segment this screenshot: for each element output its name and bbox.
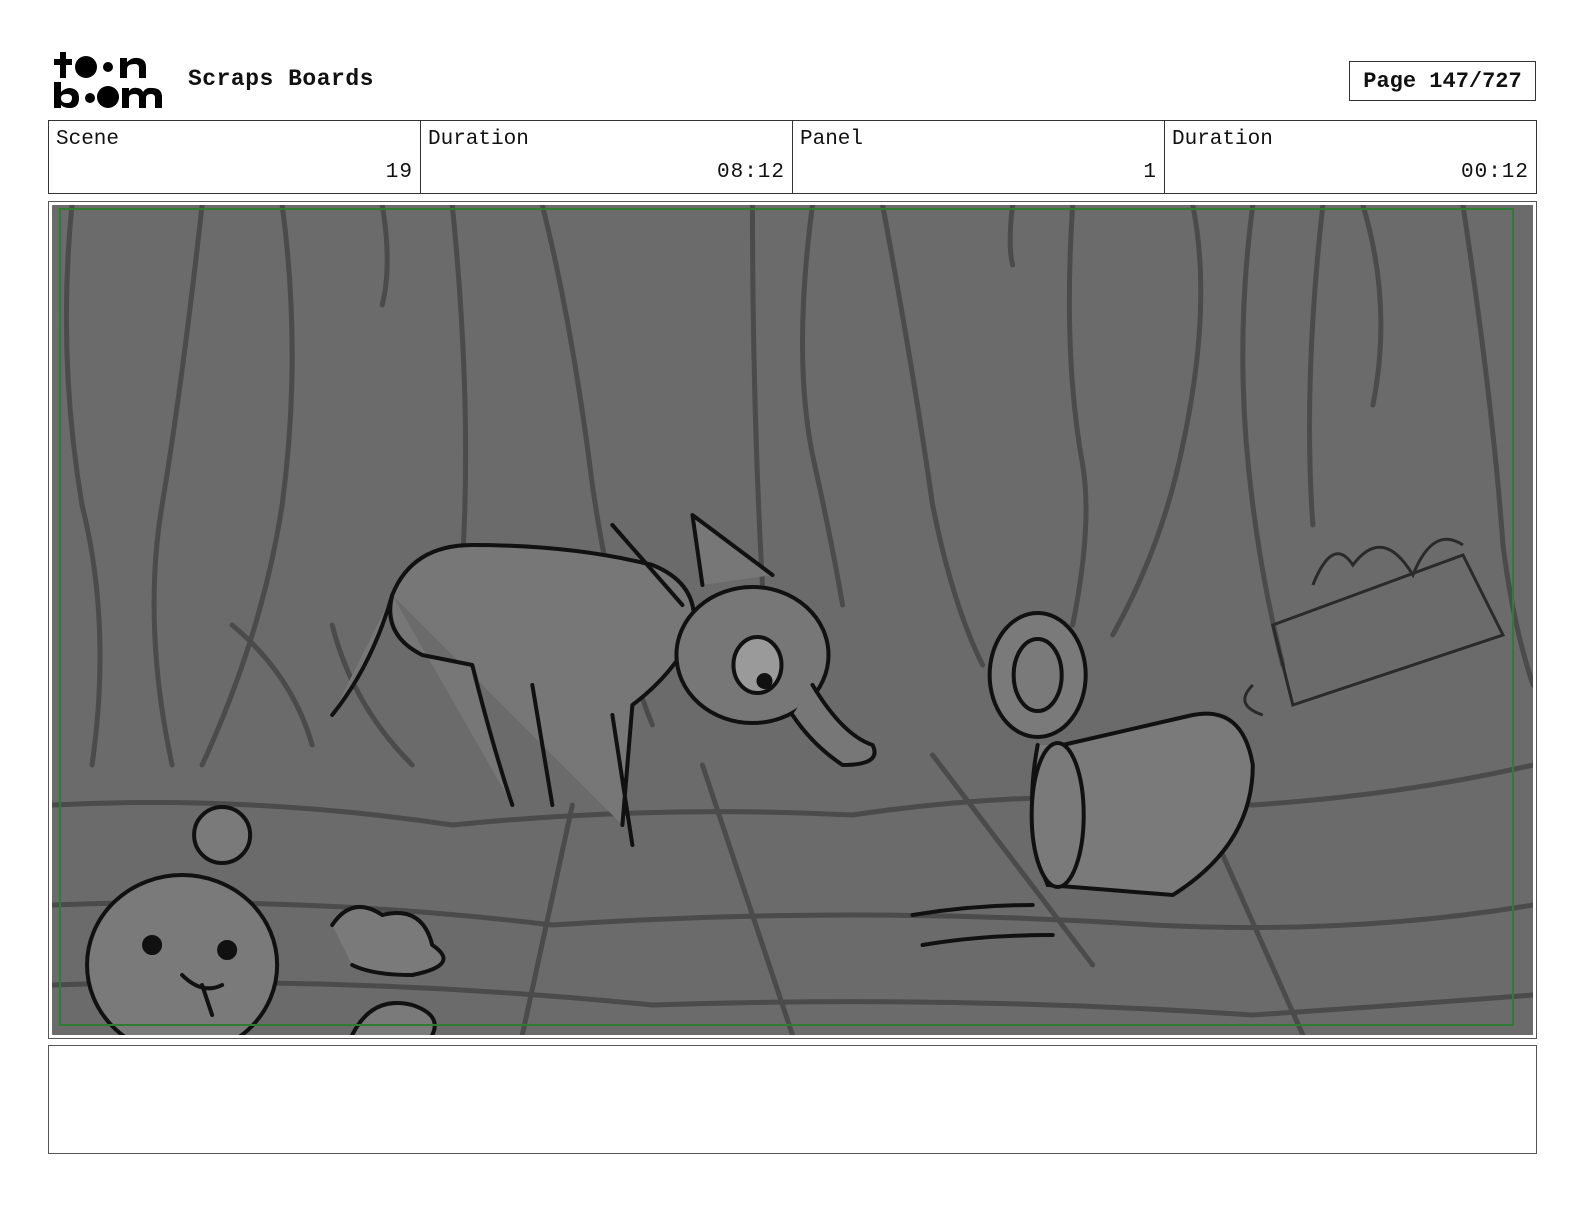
page-indicator: Page 147/727 — [1349, 61, 1536, 101]
scene-label: Scene — [56, 128, 120, 151]
panel-value: 1 — [1143, 161, 1157, 184]
scene-value: 19 — [385, 161, 413, 184]
storyboard-panel[interactable] — [48, 201, 1537, 1039]
panel-duration-label: Duration — [1172, 128, 1273, 151]
toon-boom-logo-mark — [54, 52, 162, 108]
page-label: Page 147/727 — [1363, 68, 1522, 94]
board-title: Scraps Boards — [188, 66, 374, 92]
panel-info-table: Scene 19 Duration 08:12 Panel 1 Duration… — [48, 120, 1537, 194]
scene-duration-cell: Duration 08:12 — [421, 121, 793, 193]
panel-notes-box[interactable] — [48, 1045, 1537, 1154]
panel-cell: Panel 1 — [793, 121, 1165, 193]
scene-duration-value: 08:12 — [716, 161, 785, 184]
storyboard-sketch — [52, 205, 1533, 1035]
toon-boom-logo — [52, 50, 164, 112]
scene-cell: Scene 19 — [49, 121, 421, 193]
panel-duration-cell: Duration 00:12 — [1165, 121, 1536, 193]
scene-duration-label: Duration — [428, 128, 529, 151]
panel-duration-value: 00:12 — [1460, 161, 1529, 184]
panel-label: Panel — [800, 128, 864, 151]
